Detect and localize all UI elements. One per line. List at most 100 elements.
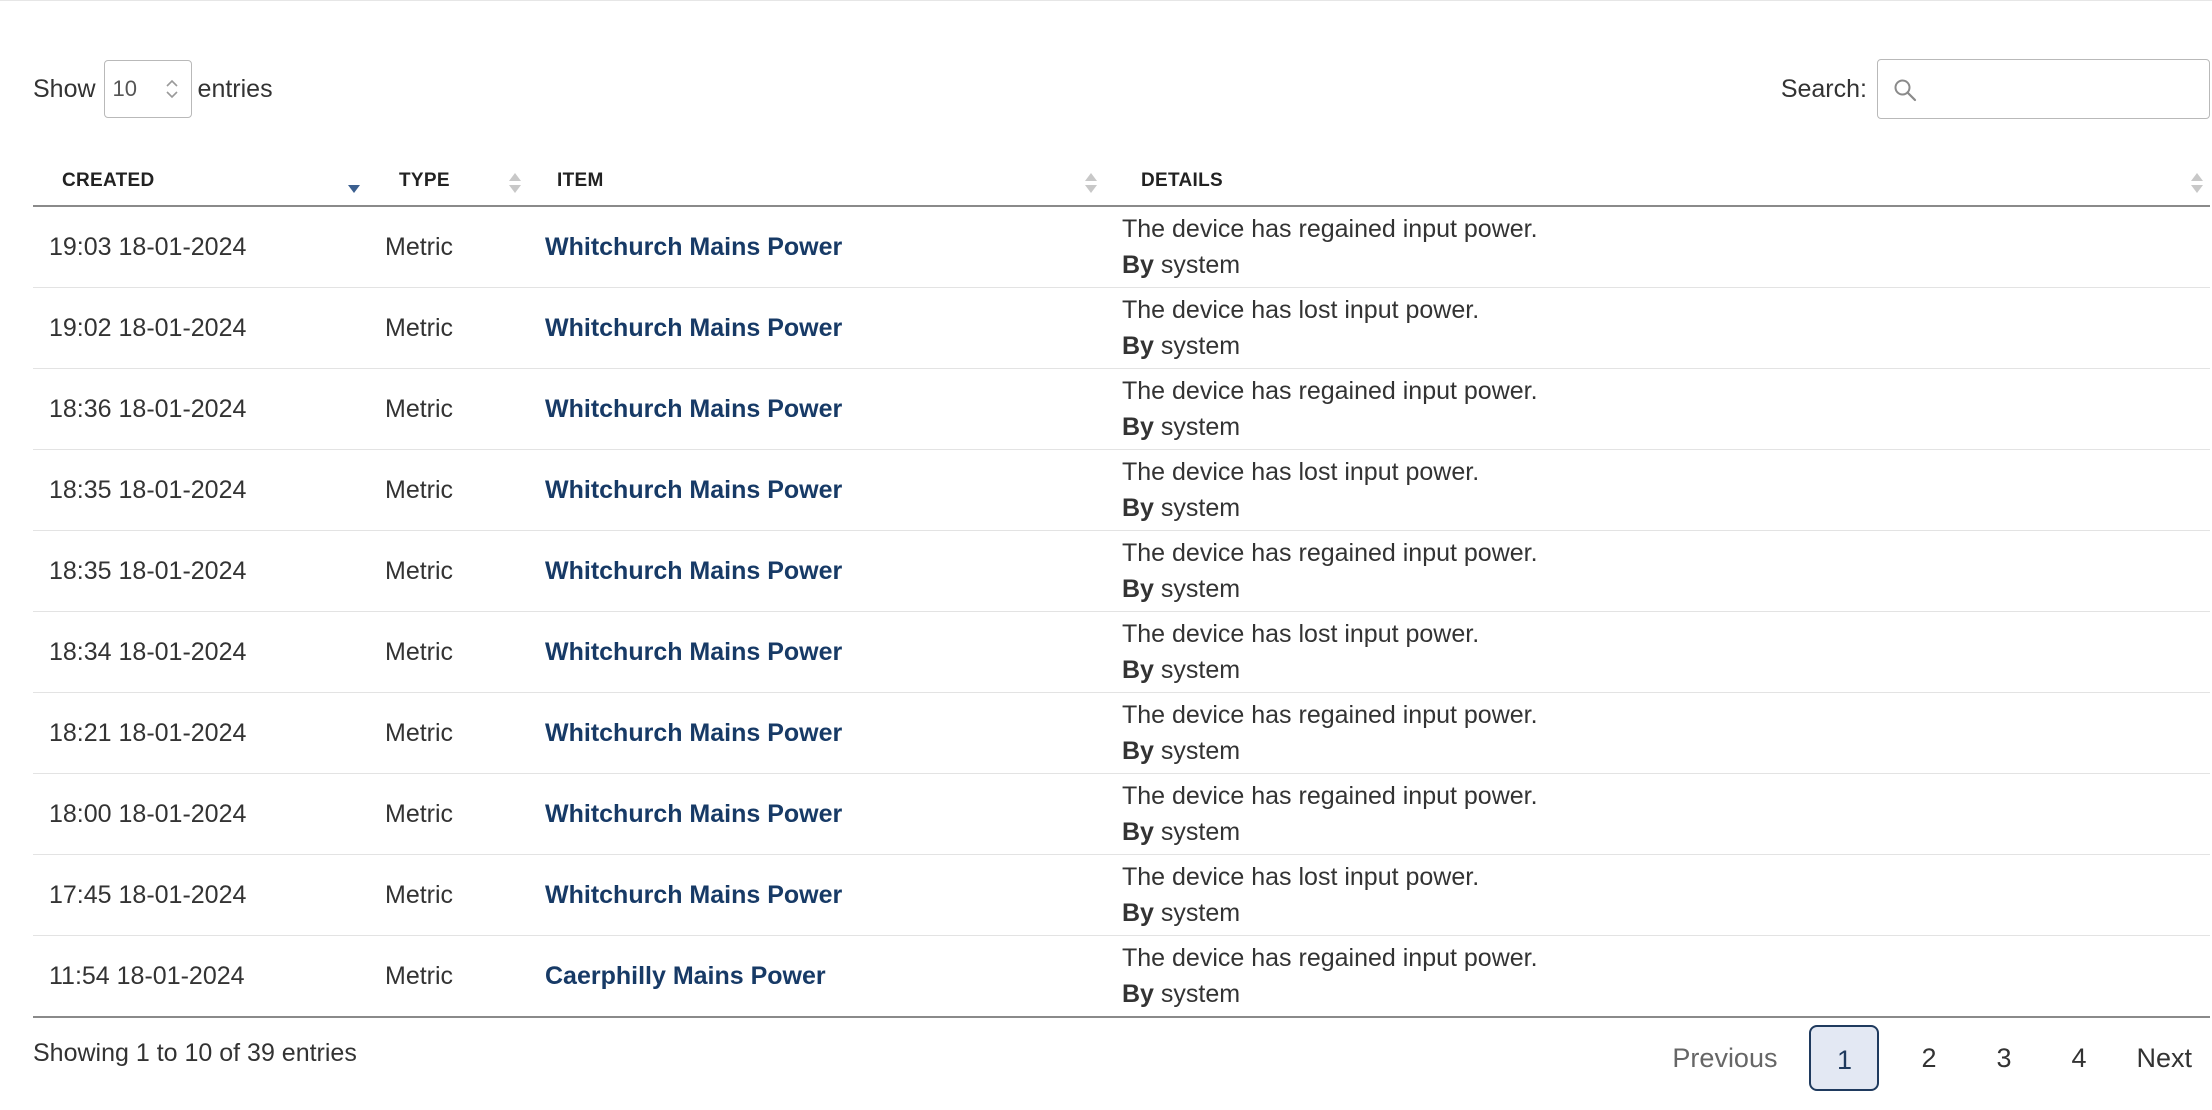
item-cell: Whitchurch Mains Power bbox=[528, 530, 1106, 612]
details-cell: The device has regained input power. By s… bbox=[1106, 692, 2210, 774]
author-name: system bbox=[1160, 494, 1241, 522]
page-length-select[interactable]: 10 bbox=[103, 60, 192, 118]
item-cell: Whitchurch Mains Power bbox=[528, 854, 1106, 936]
item-link[interactable]: Whitchurch Mains Power bbox=[545, 395, 842, 423]
sort-arrows-icon bbox=[2191, 173, 2203, 193]
details-author: By system bbox=[1122, 733, 2210, 769]
details-text: The device has lost input power. bbox=[1122, 620, 1480, 648]
details-author: By system bbox=[1122, 571, 2210, 607]
table-controls: Show 10 entries Search: bbox=[33, 59, 2210, 119]
item-cell: Whitchurch Mains Power bbox=[528, 287, 1106, 369]
search-icon bbox=[1894, 79, 1917, 102]
type-cell: Metric bbox=[369, 935, 528, 1018]
item-link[interactable]: Whitchurch Mains Power bbox=[545, 557, 842, 585]
details-author: By system bbox=[1122, 409, 2210, 445]
created-cell: 11:54 18-01-2024 bbox=[33, 935, 369, 1018]
item-link[interactable]: Whitchurch Mains Power bbox=[545, 638, 842, 666]
search-control: Search: bbox=[1781, 59, 2210, 119]
item-cell: Whitchurch Mains Power bbox=[528, 449, 1106, 531]
item-link[interactable]: Caerphilly Mains Power bbox=[545, 962, 826, 990]
type-cell: Metric bbox=[369, 692, 528, 774]
details-text: The device has regained input power. bbox=[1122, 377, 1538, 405]
type-cell: Metric bbox=[369, 287, 528, 369]
details-author: By system bbox=[1122, 814, 2210, 850]
details-cell: The device has lost input power. By syste… bbox=[1106, 449, 2210, 531]
search-input[interactable] bbox=[1877, 59, 2210, 119]
item-link[interactable]: Whitchurch Mains Power bbox=[545, 314, 842, 342]
table-row: 18:21 18-01-2024 Metric Whitchurch Mains… bbox=[33, 692, 2210, 774]
created-cell: 18:35 18-01-2024 bbox=[33, 530, 369, 612]
search-label: Search: bbox=[1780, 74, 1867, 103]
page: Show 10 entries Search: CREATED TYPE ITE… bbox=[0, 0, 2212, 1110]
author-name: system bbox=[1160, 899, 1241, 927]
by-label: By bbox=[1122, 575, 1154, 603]
item-cell: Caerphilly Mains Power bbox=[528, 935, 1106, 1018]
by-label: By bbox=[1122, 332, 1154, 360]
previous-page-button[interactable]: Previous bbox=[1652, 1025, 1797, 1091]
table-row: 17:45 18-01-2024 Metric Whitchurch Mains… bbox=[33, 854, 2210, 936]
page-button-3[interactable]: 3 bbox=[1966, 1025, 2041, 1091]
page-button-1[interactable]: 1 bbox=[1809, 1025, 1880, 1091]
column-header-created[interactable]: CREATED bbox=[33, 161, 369, 207]
column-label-created: CREATED bbox=[62, 170, 155, 191]
item-link[interactable]: Whitchurch Mains Power bbox=[545, 881, 842, 909]
type-cell: Metric bbox=[369, 611, 528, 693]
type-cell: Metric bbox=[369, 773, 528, 855]
details-text: The device has regained input power. bbox=[1122, 944, 1538, 972]
author-name: system bbox=[1160, 413, 1241, 441]
pagination: Previous 1 2 3 4 Next bbox=[1652, 1023, 2192, 1093]
page-length-control: Show 10 entries bbox=[33, 59, 273, 119]
item-cell: Whitchurch Mains Power bbox=[528, 611, 1106, 693]
created-cell: 19:02 18-01-2024 bbox=[33, 287, 369, 369]
by-label: By bbox=[1122, 737, 1154, 765]
column-label-item: ITEM bbox=[557, 170, 604, 191]
item-link[interactable]: Whitchurch Mains Power bbox=[545, 233, 842, 261]
details-text: The device has regained input power. bbox=[1122, 215, 1538, 243]
author-name: system bbox=[1160, 332, 1241, 360]
sort-arrows-icon bbox=[1085, 173, 1097, 193]
column-header-details[interactable]: DETAILS bbox=[1106, 161, 2210, 207]
details-cell: The device has regained input power. By s… bbox=[1106, 530, 2210, 612]
type-cell: Metric bbox=[369, 206, 528, 288]
details-author: By system bbox=[1122, 490, 2210, 526]
details-text: The device has lost input power. bbox=[1122, 863, 1480, 891]
column-label-type: TYPE bbox=[399, 170, 450, 191]
details-text: The device has regained input power. bbox=[1122, 782, 1538, 810]
page-length-value: 10 bbox=[112, 76, 138, 101]
created-cell: 19:03 18-01-2024 bbox=[33, 206, 369, 288]
item-cell: Whitchurch Mains Power bbox=[528, 773, 1106, 855]
details-author: By system bbox=[1122, 652, 2210, 688]
page-button-4[interactable]: 4 bbox=[2041, 1025, 2116, 1091]
item-cell: Whitchurch Mains Power bbox=[528, 368, 1106, 450]
type-cell: Metric bbox=[369, 449, 528, 531]
details-cell: The device has regained input power. By s… bbox=[1106, 368, 2210, 450]
next-page-button[interactable]: Next bbox=[2116, 1025, 2192, 1091]
details-author: By system bbox=[1122, 328, 2210, 364]
details-author: By system bbox=[1122, 247, 2210, 283]
author-name: system bbox=[1160, 737, 1241, 765]
by-label: By bbox=[1122, 251, 1154, 279]
item-link[interactable]: Whitchurch Mains Power bbox=[545, 719, 842, 747]
table-row: 18:00 18-01-2024 Metric Whitchurch Mains… bbox=[33, 773, 2210, 855]
details-text: The device has regained input power. bbox=[1122, 539, 1538, 567]
created-cell: 18:34 18-01-2024 bbox=[33, 611, 369, 693]
details-text: The device has regained input power. bbox=[1122, 701, 1538, 729]
item-cell: Whitchurch Mains Power bbox=[528, 692, 1106, 774]
details-text: The device has lost input power. bbox=[1122, 458, 1480, 486]
details-cell: The device has regained input power. By s… bbox=[1106, 935, 2210, 1018]
column-label-details: DETAILS bbox=[1141, 170, 1223, 191]
events-table: CREATED TYPE ITEM DETAILS 19:03 18-01-20… bbox=[33, 161, 2210, 1018]
author-name: system bbox=[1160, 575, 1241, 603]
details-cell: The device has lost input power. By syste… bbox=[1106, 611, 2210, 693]
created-cell: 18:21 18-01-2024 bbox=[33, 692, 369, 774]
column-header-item[interactable]: ITEM bbox=[528, 161, 1106, 207]
item-link[interactable]: Whitchurch Mains Power bbox=[545, 476, 842, 504]
by-label: By bbox=[1122, 899, 1154, 927]
table-info: Showing 1 to 10 of 39 entries bbox=[33, 1039, 357, 1067]
page-button-2[interactable]: 2 bbox=[1891, 1025, 1966, 1091]
item-link[interactable]: Whitchurch Mains Power bbox=[545, 800, 842, 828]
column-header-type[interactable]: TYPE bbox=[369, 161, 528, 207]
by-label: By bbox=[1122, 413, 1154, 441]
author-name: system bbox=[1160, 818, 1241, 846]
entries-label: entries bbox=[197, 74, 273, 103]
